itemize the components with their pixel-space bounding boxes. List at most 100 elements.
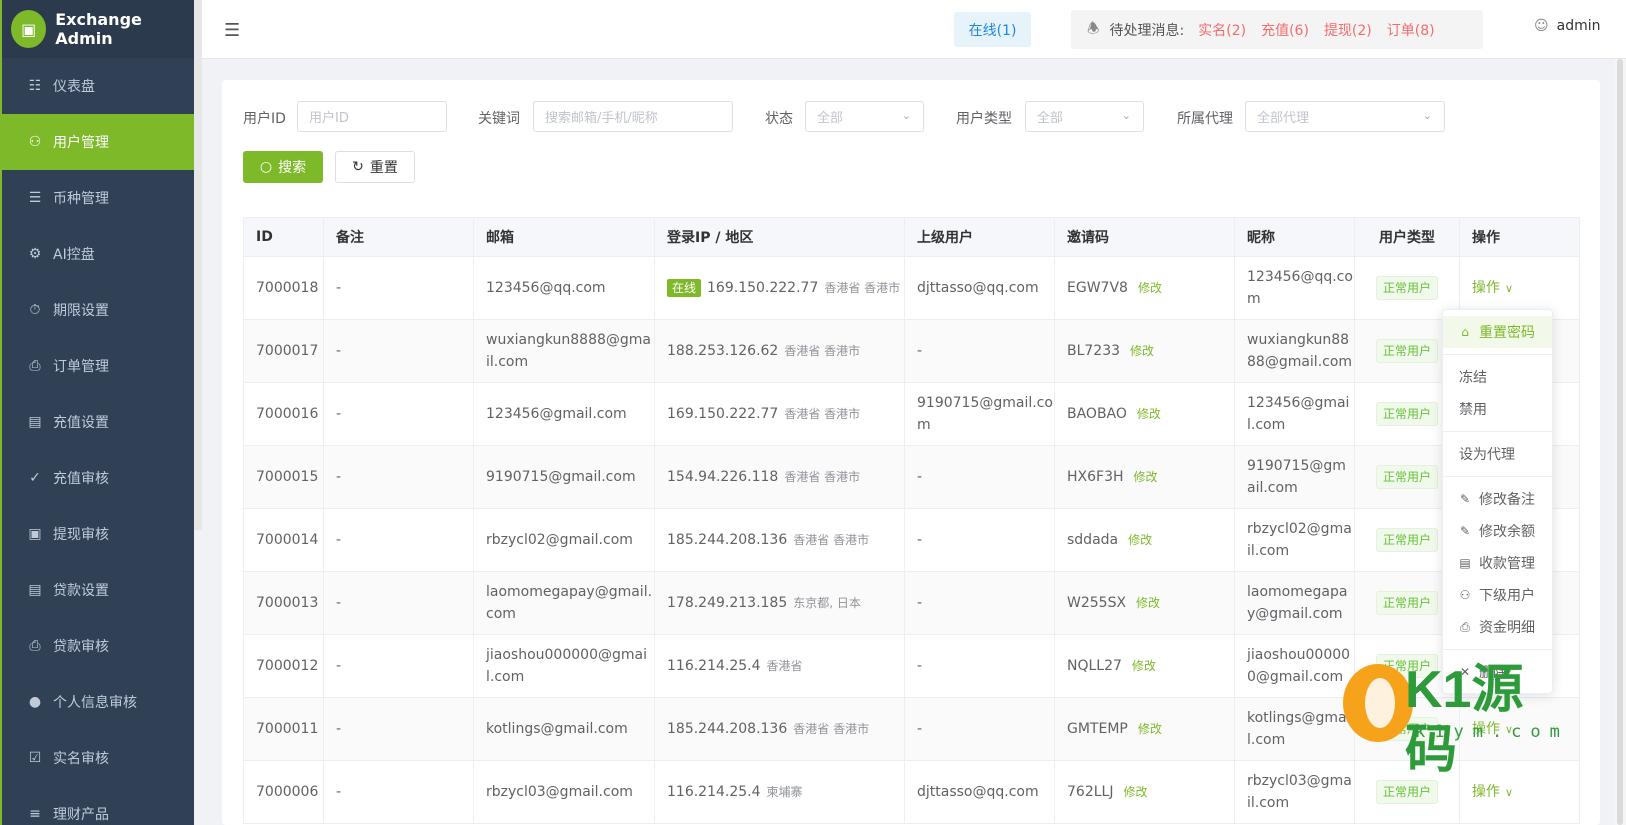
sidebar-item[interactable]: ● 个人信息审核 [2,674,194,730]
cell-note: - [323,445,474,509]
row-actions-dropdown[interactable]: 操作 ∨ [1472,721,1513,737]
user-type-select[interactable]: 全部 ⌄ [1025,101,1144,132]
cell-invite-code: 762LLJ 修改 [1054,760,1235,824]
search-button[interactable]: ○ 搜索 [243,151,323,183]
refresh-icon: ↻ [352,159,364,175]
sidebar-item[interactable]: ▤ 贷款设置 [2,562,194,618]
cell-email: 123456@gmail.com [473,382,655,446]
sidebar-item[interactable]: ✓ 充值审核 [2,450,194,506]
dropdown-item[interactable]: 禁用 [1443,393,1552,425]
sidebar-item[interactable]: ⏱ 期限设置 [2,282,194,338]
cell-user-type: 正常用户 [1354,697,1460,761]
reset-button[interactable]: ↻ 重置 [335,151,415,183]
dropdown-item[interactable]: 冻结 [1443,361,1552,393]
keyword-label: 关键词 [478,111,520,127]
folder-icon: ▤ [28,414,42,430]
pending-realname-link[interactable]: 实名(2) [1198,20,1246,40]
cell-email: jiaoshou000000@gmail.com [473,634,655,698]
sidebar-item-label: 充值审核 [53,471,109,487]
edit-invite-code-link[interactable]: 修改 [1137,407,1161,421]
logo[interactable]: ▣ Exchange Admin [2,0,194,58]
sidebar-item-label: 用户管理 [53,135,109,151]
chevron-down-icon: ⌄ [1121,109,1131,122]
scrollbar-thumb[interactable] [1617,59,1623,825]
user-icon: ⚇ [1459,588,1471,602]
dropdown-item[interactable]: ▤ 收款管理 [1443,547,1552,579]
edit-invite-code-link[interactable]: 修改 [1136,596,1160,610]
reset-button-label: 重置 [369,160,398,176]
dropdown-item[interactable]: ✎ 修改备注 [1443,483,1552,515]
pending-recharge-link[interactable]: 充值(6) [1261,20,1309,40]
user-id-input[interactable]: 用户ID [297,101,447,132]
sidebar-scrollbar[interactable] [194,0,202,530]
edit-invite-code-link[interactable]: 修改 [1132,659,1156,673]
cell-ip: 169.150.222.77 香港省 香港市 [654,382,905,446]
row-actions-dropdown[interactable]: 操作 ∨ [1472,280,1513,296]
dropdown-item[interactable]: ⚇ 下级用户 [1443,579,1552,611]
user-type-tag: 正常用户 [1375,339,1438,363]
document-icon: ⎙ [1460,620,1470,634]
document-icon: ⎙ [29,638,41,654]
user-menu[interactable]: ☺ admin [1534,18,1600,34]
dropdown-item[interactable]: ✕ 删除 [1443,656,1552,688]
cell-nickname: rbzycl02@gmail.com [1234,508,1355,572]
sidebar-item[interactable]: ☰ 币种管理 [2,170,194,226]
sidebar-item[interactable]: ⎙ 贷款审核 [2,618,194,674]
sidebar-item[interactable]: ⚙ AI控盘 [2,226,194,282]
keyword-input[interactable]: 搜索邮箱/手机/昵称 [533,101,733,132]
row-actions-dropdown[interactable]: 操作 ∨ [1472,784,1513,800]
sidebar-item[interactable]: ▤ 充值设置 [2,394,194,450]
status-label: 状态 [765,111,793,127]
edit-invite-code-link[interactable]: 修改 [1138,281,1162,295]
sidebar-item[interactable]: ▣ 提现审核 [2,506,194,562]
invite-code: BL7233 [1067,343,1121,359]
sidebar: ▣ Exchange Admin ☷ 仪表盘 ⚇ 用户管理 ☰ 币种管理 ⚙ AI控盘 ⏱ 期限设… [0,0,194,825]
sidebar-item[interactable]: ⎙ 订单管理 [2,338,194,394]
username: admin [1556,18,1601,34]
row-actions-label: 操作 [1472,720,1500,737]
sidebar-item-label: 个人信息审核 [53,695,137,711]
page-scrollbar[interactable] [1614,59,1626,825]
cell-id: 7000014 [243,508,324,572]
pending-order-link[interactable]: 订单(8) [1387,20,1435,40]
dropdown-item[interactable]: 设为代理 [1443,438,1552,470]
edit-invite-code-link[interactable]: 修改 [1128,533,1152,547]
dropdown-item[interactable]: ✎ 修改余额 [1443,515,1552,547]
sidebar-item-label: 订单管理 [53,359,109,375]
table-body: 7000018-123456@qq.com 在线 169.150.222.77 香港省… [243,256,1580,824]
dropdown-divider [1443,354,1552,355]
pending-withdraw-link[interactable]: 提现(2) [1324,20,1372,40]
edit-invite-code-link[interactable]: 修改 [1134,470,1158,484]
status-select[interactable]: 全部 ⌄ [805,101,924,132]
dropdown-item-label: 设为代理 [1459,447,1515,463]
chevron-down-icon: ⌄ [901,109,911,122]
sidebar-item-label: 贷款审核 [53,639,109,655]
sidebar-item-label: 理财产品 [53,807,109,823]
dropdown-item[interactable]: ⌂ 重置密码 [1443,316,1552,348]
cell-email: laomomegapay@gmail.com [473,571,655,635]
login-region: 东京都, 日本 [793,596,861,610]
invite-code: NQLL27 [1067,658,1122,674]
col-header-actions: 操作 [1459,217,1580,257]
cell-parent: - [904,571,1055,635]
agent-select[interactable]: 全部代理 ⌄ [1245,101,1445,132]
dropdown-item[interactable]: ⎙ 资金明细 [1443,611,1552,643]
edit-invite-code-link[interactable]: 修改 [1138,722,1162,736]
menu-toggle-icon[interactable]: ☰ [224,22,240,40]
document-check-icon: ☑ [28,750,42,766]
dropdown-item-label: 资金明细 [1479,620,1535,636]
edit-invite-code-link[interactable]: 修改 [1130,344,1154,358]
sidebar-item[interactable]: ≡ 理财产品 [2,786,194,825]
edit-invite-code-link[interactable]: 修改 [1123,785,1147,799]
table-row: 7000018-123456@qq.com 在线 169.150.222.77 香港省… [243,256,1580,320]
sidebar-item[interactable]: ⚇ 用户管理 [2,114,194,170]
edit-icon: ✎ [1459,524,1471,538]
sidebar-item-label: 充值设置 [53,415,109,431]
sidebar-item[interactable]: ☷ 仪表盘 [2,58,194,114]
user-type-tag: 正常用户 [1375,402,1438,426]
invite-code: BAOBAO [1067,406,1127,422]
sidebar-item[interactable]: ☑ 实名审核 [2,730,194,786]
table-row: 7000017- wuxiangkun8888@gmail.com 188.253.… [243,319,1580,383]
col-header-ip: 登录IP / 地区 [654,217,905,257]
online-count-button[interactable]: 在线(1) [954,12,1031,47]
